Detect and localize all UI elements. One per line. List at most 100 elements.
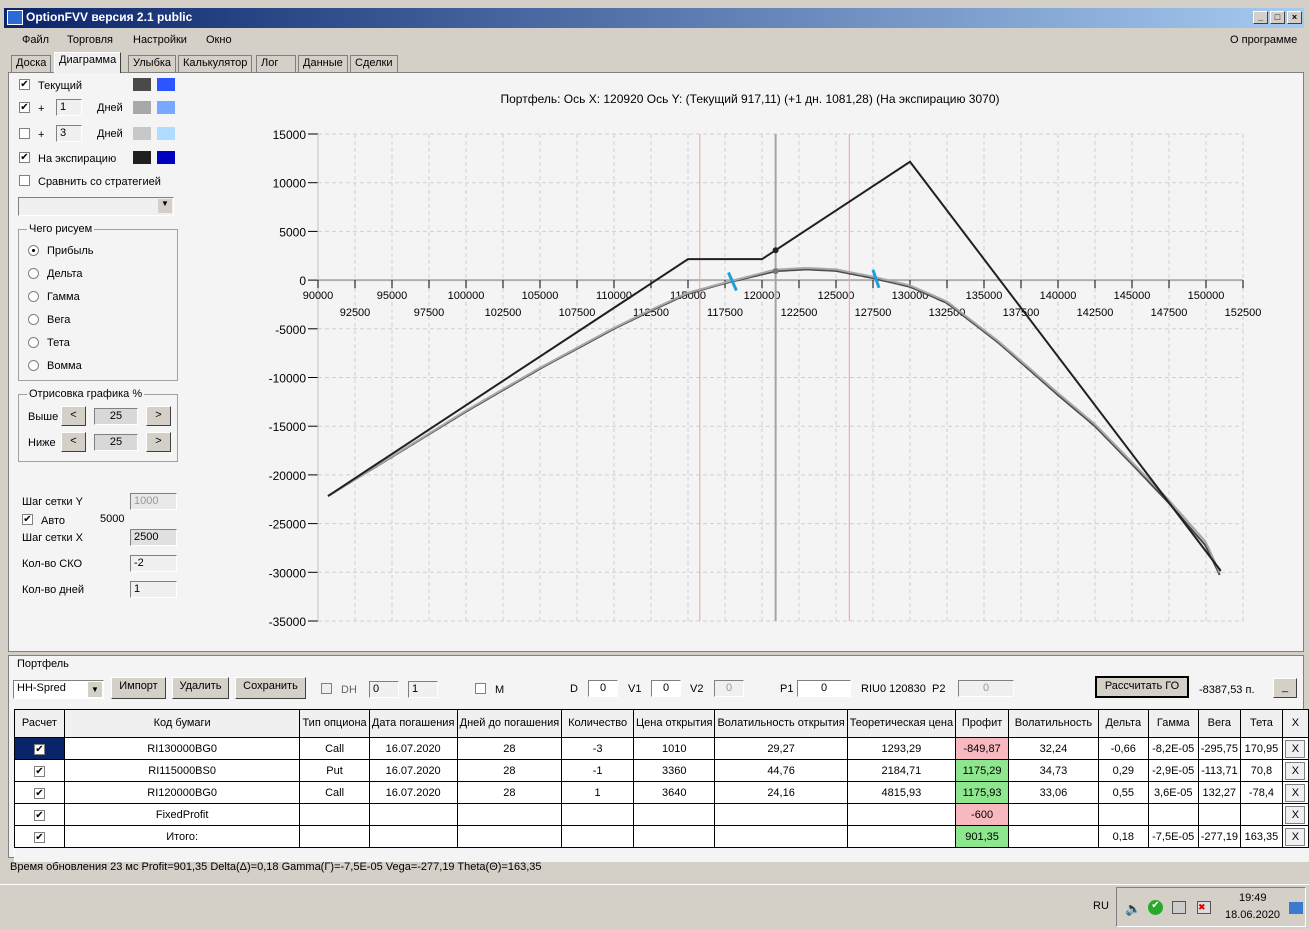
column-header[interactable]: Профит: [955, 709, 1009, 738]
table-row[interactable]: ✔ RI120000BG0 Call 16.07.2020 28 1 3640 24,16 48…: [14, 781, 1309, 804]
calc-checkbox[interactable]: ✔: [33, 809, 45, 821]
cell: 29,27: [714, 737, 848, 760]
chevron-down-icon[interactable]: ▼: [88, 682, 102, 697]
calc-checkbox-cell[interactable]: ✔: [14, 803, 65, 826]
cell: 28: [456, 759, 563, 782]
cell: Put: [299, 759, 370, 782]
import-button[interactable]: Импорт: [111, 677, 166, 699]
remove-row-button[interactable]: X: [1285, 783, 1306, 802]
cell: 16.07.2020: [368, 781, 458, 804]
column-header[interactable]: Дельта: [1097, 709, 1149, 738]
cell: -1: [561, 759, 635, 782]
x-tick-label: 92500: [340, 307, 371, 319]
v1-input[interactable]: 0: [651, 680, 681, 697]
network-error-icon[interactable]: ✖: [1197, 901, 1211, 914]
table-row[interactable]: ✔ RI115000BS0 Put 16.07.2020 28 -1 3360 44,76 21…: [14, 759, 1309, 782]
cell: Call: [299, 737, 370, 760]
calc-checkbox[interactable]: ✔: [33, 743, 45, 755]
cell: -8,2E-05: [1147, 737, 1199, 760]
show-desktop-icon[interactable]: [1289, 902, 1303, 914]
cell: -2,9E-05: [1147, 759, 1199, 782]
cell: -600: [955, 803, 1009, 826]
calc-checkbox-cell[interactable]: ✔: [14, 759, 65, 782]
remove-row-button[interactable]: X: [1285, 805, 1306, 824]
m-checkbox[interactable]: [475, 683, 486, 694]
calc-checkbox[interactable]: ✔: [33, 765, 45, 777]
cell: [1197, 803, 1242, 826]
remove-row-button[interactable]: X: [1285, 761, 1306, 780]
cell: [368, 825, 458, 848]
column-header[interactable]: Дата погашения: [368, 709, 458, 738]
system-tray: 🔈 ✔ ✖ 19:49 18.06.2020: [1116, 887, 1306, 927]
column-header[interactable]: Количество: [561, 709, 635, 738]
column-header[interactable]: Дней до погашения: [456, 709, 563, 738]
x-tick-label: 105000: [522, 290, 559, 302]
cell: [714, 803, 848, 826]
calc-checkbox[interactable]: ✔: [33, 787, 45, 799]
dh-checkbox[interactable]: [321, 683, 332, 694]
p1-input[interactable]: 0: [797, 680, 851, 697]
cell: [1097, 803, 1149, 826]
spin-1[interactable]: 0: [369, 681, 399, 698]
p2-input[interactable]: 0: [958, 680, 1014, 697]
language-indicator[interactable]: RU: [1093, 900, 1109, 912]
cell: [368, 803, 458, 826]
clock-date[interactable]: 18.06.2020: [1225, 909, 1280, 921]
column-header[interactable]: Вега: [1197, 709, 1242, 738]
cell: [1008, 803, 1099, 826]
cursor-point: [772, 247, 779, 254]
table-row[interactable]: ✔ FixedProfit -600 X: [14, 803, 1309, 826]
remove-row-cell: X: [1281, 825, 1309, 848]
column-header[interactable]: Волатильность открытия: [714, 709, 848, 738]
calculate-go-button[interactable]: Рассчитать ГО: [1095, 676, 1189, 698]
column-header[interactable]: Теоретическая цена: [846, 709, 957, 738]
cell: RI120000BG0: [63, 781, 301, 804]
calc-checkbox[interactable]: ✔: [33, 831, 45, 843]
calc-checkbox-cell[interactable]: ✔: [14, 737, 65, 760]
delete-button[interactable]: Удалить: [172, 677, 229, 699]
cell: [561, 825, 635, 848]
dh-label: DH: [341, 684, 357, 696]
security-ok-icon[interactable]: ✔: [1148, 900, 1163, 915]
column-header[interactable]: Волатильность: [1008, 709, 1099, 738]
save-button[interactable]: Сохранить: [235, 677, 306, 699]
speaker-icon[interactable]: 🔈: [1125, 901, 1141, 917]
calc-checkbox-cell[interactable]: ✔: [14, 825, 65, 848]
cell: -7,5E-05: [1147, 825, 1199, 848]
x-tick-label: 107500: [559, 307, 596, 319]
v2-input[interactable]: 0: [714, 680, 744, 697]
minimize-panel-button[interactable]: _: [1273, 678, 1297, 698]
cell: 70,8: [1240, 759, 1283, 782]
d-input[interactable]: 0: [588, 680, 618, 697]
table-row[interactable]: ✔ RI130000BG0 Call 16.07.2020 28 -3 1010 29,27 1…: [14, 737, 1309, 760]
cell: -295,75: [1197, 737, 1242, 760]
column-header[interactable]: Цена открытия: [633, 709, 716, 738]
cell: 170,95: [1240, 737, 1283, 760]
cell: [1147, 803, 1199, 826]
network-icon[interactable]: [1172, 901, 1186, 914]
cell: 33,06: [1008, 781, 1099, 804]
x-tick-label: 135000: [966, 290, 1003, 302]
calc-checkbox-cell[interactable]: ✔: [14, 781, 65, 804]
cell: 1175,29: [955, 759, 1009, 782]
remove-row-button[interactable]: X: [1285, 827, 1306, 846]
y-tick-label: -20000: [269, 469, 307, 483]
spin-2[interactable]: 1: [408, 681, 438, 698]
cell: 1: [561, 781, 635, 804]
column-header[interactable]: X: [1281, 709, 1309, 738]
remove-row-button[interactable]: X: [1285, 739, 1306, 758]
column-header[interactable]: Гамма: [1147, 709, 1199, 738]
cell: Итого:: [63, 825, 301, 848]
column-header[interactable]: Расчет: [14, 709, 65, 738]
column-header[interactable]: Код бумаги: [63, 709, 301, 738]
table-row[interactable]: ✔ Итого: 901,35 0,18 -7,5E-05 -277,19 163,35 X: [14, 825, 1309, 848]
v1-label: V1: [628, 683, 642, 695]
profit-chart[interactable]: 15000 10000 5000 0 -5000 -10000 -15000 -20000 -2…: [0, 0, 1309, 650]
cell: 3640: [633, 781, 716, 804]
column-header[interactable]: Тип опциона: [299, 709, 370, 738]
column-header[interactable]: Тета: [1240, 709, 1283, 738]
cell: 16.07.2020: [368, 737, 458, 760]
cell: 0,18: [1097, 825, 1149, 848]
v2-label: V2: [690, 683, 704, 695]
clock-time[interactable]: 19:49: [1239, 892, 1267, 904]
